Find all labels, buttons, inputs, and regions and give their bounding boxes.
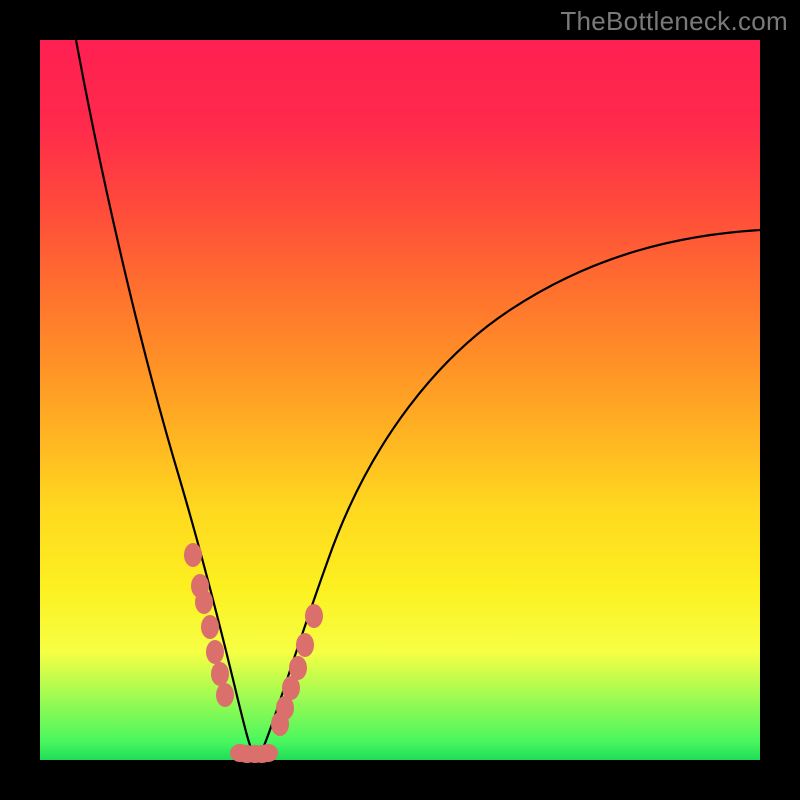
marker-dot — [195, 590, 213, 614]
marker-dot — [216, 683, 234, 707]
marker-dot — [201, 615, 219, 639]
right-branch-curve — [260, 230, 760, 755]
marker-dot — [258, 744, 278, 762]
bottleneck-curve-plot — [40, 40, 760, 760]
marker-dot — [289, 656, 307, 680]
chart-area — [40, 40, 760, 760]
watermark-text: TheBottleneck.com — [560, 6, 788, 37]
left-branch-curve — [76, 40, 254, 755]
marker-dot — [296, 633, 314, 657]
marker-dot — [211, 662, 229, 686]
marker-dot — [305, 604, 323, 628]
marker-dot — [184, 543, 202, 567]
marker-dot — [206, 640, 224, 664]
marker-dots-group — [184, 543, 323, 763]
